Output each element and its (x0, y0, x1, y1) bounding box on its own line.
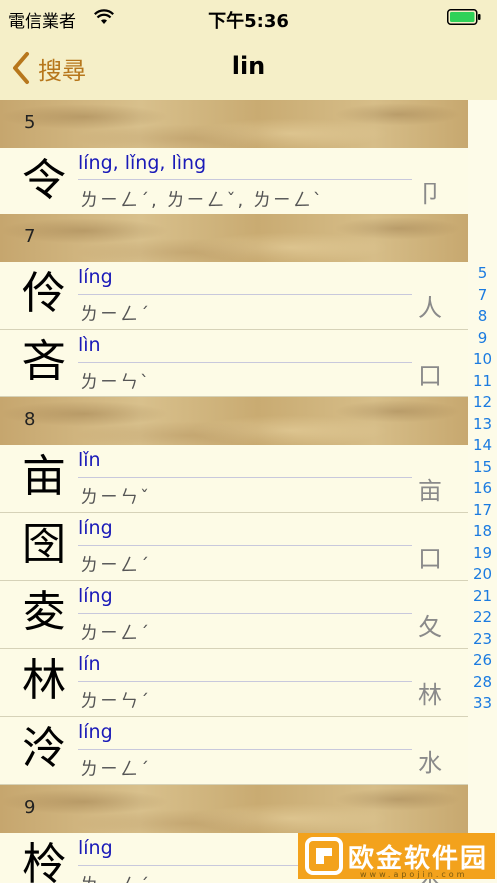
index-item[interactable]: 13 (468, 415, 497, 433)
index-item[interactable]: 14 (468, 436, 497, 454)
row-pinyin: lìn (78, 334, 101, 356)
section-label: 9 (24, 797, 36, 818)
row-zhuyin: ㄌㄧㄥˊ (80, 759, 151, 780)
row-radical: 口 (418, 545, 442, 573)
row-divider-line (78, 545, 412, 546)
status-bar: 電信業者 下午5:36 (0, 0, 497, 36)
row-character: 囹 (22, 519, 66, 570)
index-item[interactable]: 20 (468, 565, 497, 583)
index-item[interactable]: 16 (468, 479, 497, 497)
index-item[interactable]: 33 (468, 694, 497, 712)
row-pinyin: lǐn (78, 449, 101, 471)
row-radical: 水 (418, 749, 442, 777)
watermark-logo-icon (305, 837, 343, 875)
section-label: 5 (24, 112, 36, 133)
row-zhuyin: ㄌㄧㄥˊ (80, 555, 151, 576)
row-character: 伶 (22, 268, 66, 319)
row-character: 林 (22, 655, 66, 706)
index-item[interactable]: 17 (468, 501, 497, 519)
list-item[interactable]: 令 líng, lǐng, lìng ㄌㄧㄥˊ, ㄌㄧㄥˇ, ㄌㄧㄥˋ 卩 (0, 148, 468, 215)
row-radical: 卩 (418, 180, 442, 208)
status-time: 下午5:36 (208, 11, 289, 32)
index-item[interactable]: 22 (468, 608, 497, 626)
row-divider-line (78, 179, 412, 180)
character-list[interactable]: 5 令 líng, lǐng, lìng ㄌㄧㄥˊ, ㄌㄧㄥˇ, ㄌㄧㄥˋ 卩 … (0, 100, 468, 883)
row-pinyin: líng (78, 517, 113, 539)
row-divider-line (78, 477, 412, 478)
row-divider-line (78, 294, 412, 295)
row-pinyin: líng (78, 266, 113, 288)
index-item[interactable]: 26 (468, 651, 497, 669)
row-divider-line (78, 681, 412, 682)
section-header: 5 (0, 100, 468, 148)
row-pinyin: líng (78, 585, 113, 607)
row-radical: 人 (418, 294, 442, 322)
list-item[interactable]: 囹 líng ㄌㄧㄥˊ 口 (0, 513, 468, 581)
row-pinyin: líng, lǐng, lìng (78, 152, 207, 174)
row-pinyin: líng (78, 721, 113, 743)
section-header: 9 (0, 785, 468, 833)
section-header: 8 (0, 397, 468, 445)
section-index-bar[interactable]: 5 7 8 9 10 11 12 13 14 15 16 17 18 19 20… (468, 100, 497, 883)
index-item[interactable]: 10 (468, 350, 497, 368)
list-item[interactable]: 吝 lìn ㄌㄧㄣˋ 口 (0, 330, 468, 397)
list-item[interactable]: 伶 líng ㄌㄧㄥˊ 人 (0, 262, 468, 330)
index-item[interactable]: 7 (468, 286, 497, 304)
index-item[interactable]: 12 (468, 393, 497, 411)
list-item[interactable]: 泠 líng ㄌㄧㄥˊ 水 (0, 717, 468, 785)
list-item[interactable]: 林 lín ㄌㄧㄣˊ 林 (0, 649, 468, 717)
index-item[interactable]: 9 (468, 329, 497, 347)
battery-icon (447, 9, 481, 25)
nav-bar: 搜尋 lin (0, 36, 497, 101)
row-character: 令 (22, 155, 66, 206)
row-pinyin: lín (78, 653, 101, 675)
index-item[interactable]: 19 (468, 544, 497, 562)
index-item[interactable]: 28 (468, 673, 497, 691)
section-header: 7 (0, 214, 468, 262)
row-divider-line (78, 613, 412, 614)
row-zhuyin: ㄌㄧㄥˊ (80, 871, 151, 883)
page-title: lin (231, 52, 266, 80)
row-radical: 口 (418, 362, 442, 390)
row-radical: 林 (418, 681, 442, 709)
row-pinyin: líng (78, 837, 113, 859)
watermark-text: 欧金软件园 (348, 843, 489, 874)
row-radical: 亩 (418, 477, 442, 505)
row-divider-line (78, 362, 412, 363)
index-item[interactable]: 11 (468, 372, 497, 390)
index-item[interactable]: 8 (468, 307, 497, 325)
row-zhuyin: ㄌㄧㄥˊ (80, 304, 151, 325)
row-divider-line (78, 749, 412, 750)
index-item[interactable]: 15 (468, 458, 497, 476)
watermark-url: www.apojin.com (360, 870, 468, 879)
index-item[interactable]: 21 (468, 587, 497, 605)
index-item[interactable]: 5 (468, 264, 497, 282)
row-zhuyin: ㄌㄧㄣˊ (80, 691, 151, 712)
row-character: 夌 (22, 587, 66, 638)
row-character: 泠 (22, 723, 66, 774)
list-item[interactable]: 亩 lǐn ㄌㄧㄣˇ 亩 (0, 445, 468, 513)
row-character: 柃 (22, 839, 66, 883)
row-zhuyin: ㄌㄧㄣˇ (80, 487, 151, 508)
row-zhuyin: ㄌㄧㄥˊ, ㄌㄧㄥˇ, ㄌㄧㄥˋ (80, 190, 324, 211)
index-item[interactable]: 23 (468, 630, 497, 648)
section-label: 8 (24, 409, 36, 430)
row-character: 亩 (22, 451, 66, 502)
section-label: 7 (24, 226, 36, 247)
row-zhuyin: ㄌㄧㄥˊ (80, 623, 151, 644)
row-character: 吝 (22, 336, 66, 387)
list-item[interactable]: 夌 líng ㄌㄧㄥˊ 夂 (0, 581, 468, 649)
row-zhuyin: ㄌㄧㄣˋ (80, 372, 151, 393)
index-item[interactable]: 18 (468, 522, 497, 540)
row-radical: 夂 (418, 613, 442, 641)
